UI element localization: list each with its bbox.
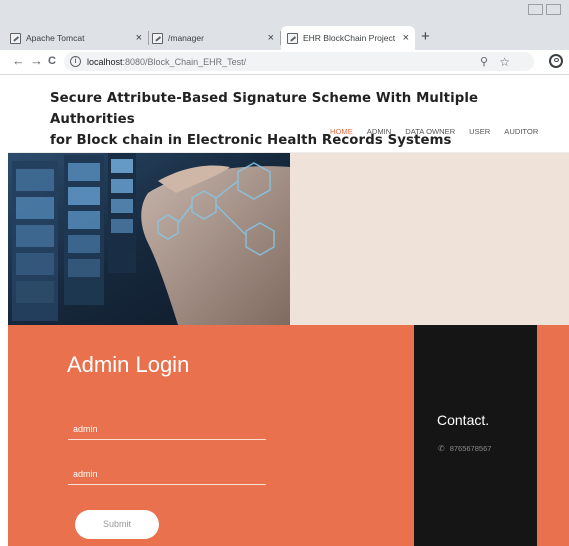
close-tab-icon[interactable]: ×	[403, 32, 409, 44]
nav-item-data-owner[interactable]: DATA OWNER	[405, 127, 455, 136]
close-tab-icon[interactable]: ×	[136, 32, 142, 44]
hero-image	[8, 153, 290, 325]
submit-button[interactable]: Submit	[75, 510, 159, 539]
nav-item-user[interactable]: USER	[469, 127, 490, 136]
bookmark-star-icon[interactable]: ☆	[499, 55, 510, 69]
nav-item-auditor[interactable]: AUDITOR	[504, 127, 538, 136]
server-hand-illustration	[8, 153, 290, 325]
tomcat-favicon-icon	[10, 32, 21, 44]
new-tab-button[interactable]: +	[421, 26, 430, 48]
tab-title: Apache Tomcat	[26, 33, 85, 43]
tab-title: EHR BlockChain Project	[303, 33, 396, 43]
contact-panel	[414, 325, 537, 546]
phone-number: 8765678567	[449, 444, 492, 453]
minimize-icon[interactable]	[528, 4, 543, 15]
reload-button[interactable]: C	[48, 55, 56, 67]
browser-toolbar: ← → C i localhost:8080/Block_Chain_EHR_T…	[0, 50, 569, 75]
back-button[interactable]: ←	[12, 53, 25, 68]
tab-title: /manager	[168, 33, 204, 43]
window-controls	[528, 4, 561, 15]
tab-manager[interactable]: /manager ×	[152, 26, 281, 50]
tab-apache-tomcat[interactable]: Apache Tomcat ×	[10, 26, 149, 50]
forward-button[interactable]: →	[30, 53, 43, 68]
main-nav: HOME ADMIN DATA OWNER USER AUDITOR	[330, 127, 552, 136]
zoom-icon[interactable]: ⚲	[480, 55, 488, 68]
maximize-icon[interactable]	[546, 4, 561, 15]
tomcat-favicon-icon	[152, 32, 163, 44]
browser-tab-strip: Apache Tomcat × /manager × EHR BlockChai…	[0, 0, 569, 50]
hero-blank-panel	[290, 153, 569, 325]
address-bar[interactable]: i localhost:8080/Block_Chain_EHR_Test/ ⚲…	[64, 52, 534, 71]
site-title: Secure Attribute-Based Signature Scheme …	[50, 88, 550, 151]
close-tab-icon[interactable]: ×	[268, 32, 274, 44]
nav-item-home[interactable]: HOME	[330, 127, 353, 136]
tab-ehr-blockchain-project[interactable]: EHR BlockChain Project ×	[281, 26, 415, 50]
contact-title: Contact.	[437, 412, 490, 428]
url-path: :8080/Block_Chain_EHR_Test/	[122, 56, 247, 67]
nav-item-admin[interactable]: ADMIN	[367, 127, 391, 136]
site-title-line-1: Secure Attribute-Based Signature Scheme …	[50, 91, 479, 127]
password-field[interactable]: admin	[68, 463, 266, 485]
url-host: localhost	[87, 56, 123, 67]
phone-icon: ✆	[438, 444, 445, 453]
tomcat-favicon-icon	[287, 32, 298, 44]
admin-login-title: Admin Login	[67, 352, 190, 377]
username-field[interactable]: admin	[68, 418, 266, 440]
contact-phone: ✆ 8765678567	[438, 444, 491, 453]
profile-icon[interactable]	[549, 54, 563, 68]
site-info-icon[interactable]: i	[70, 56, 81, 67]
